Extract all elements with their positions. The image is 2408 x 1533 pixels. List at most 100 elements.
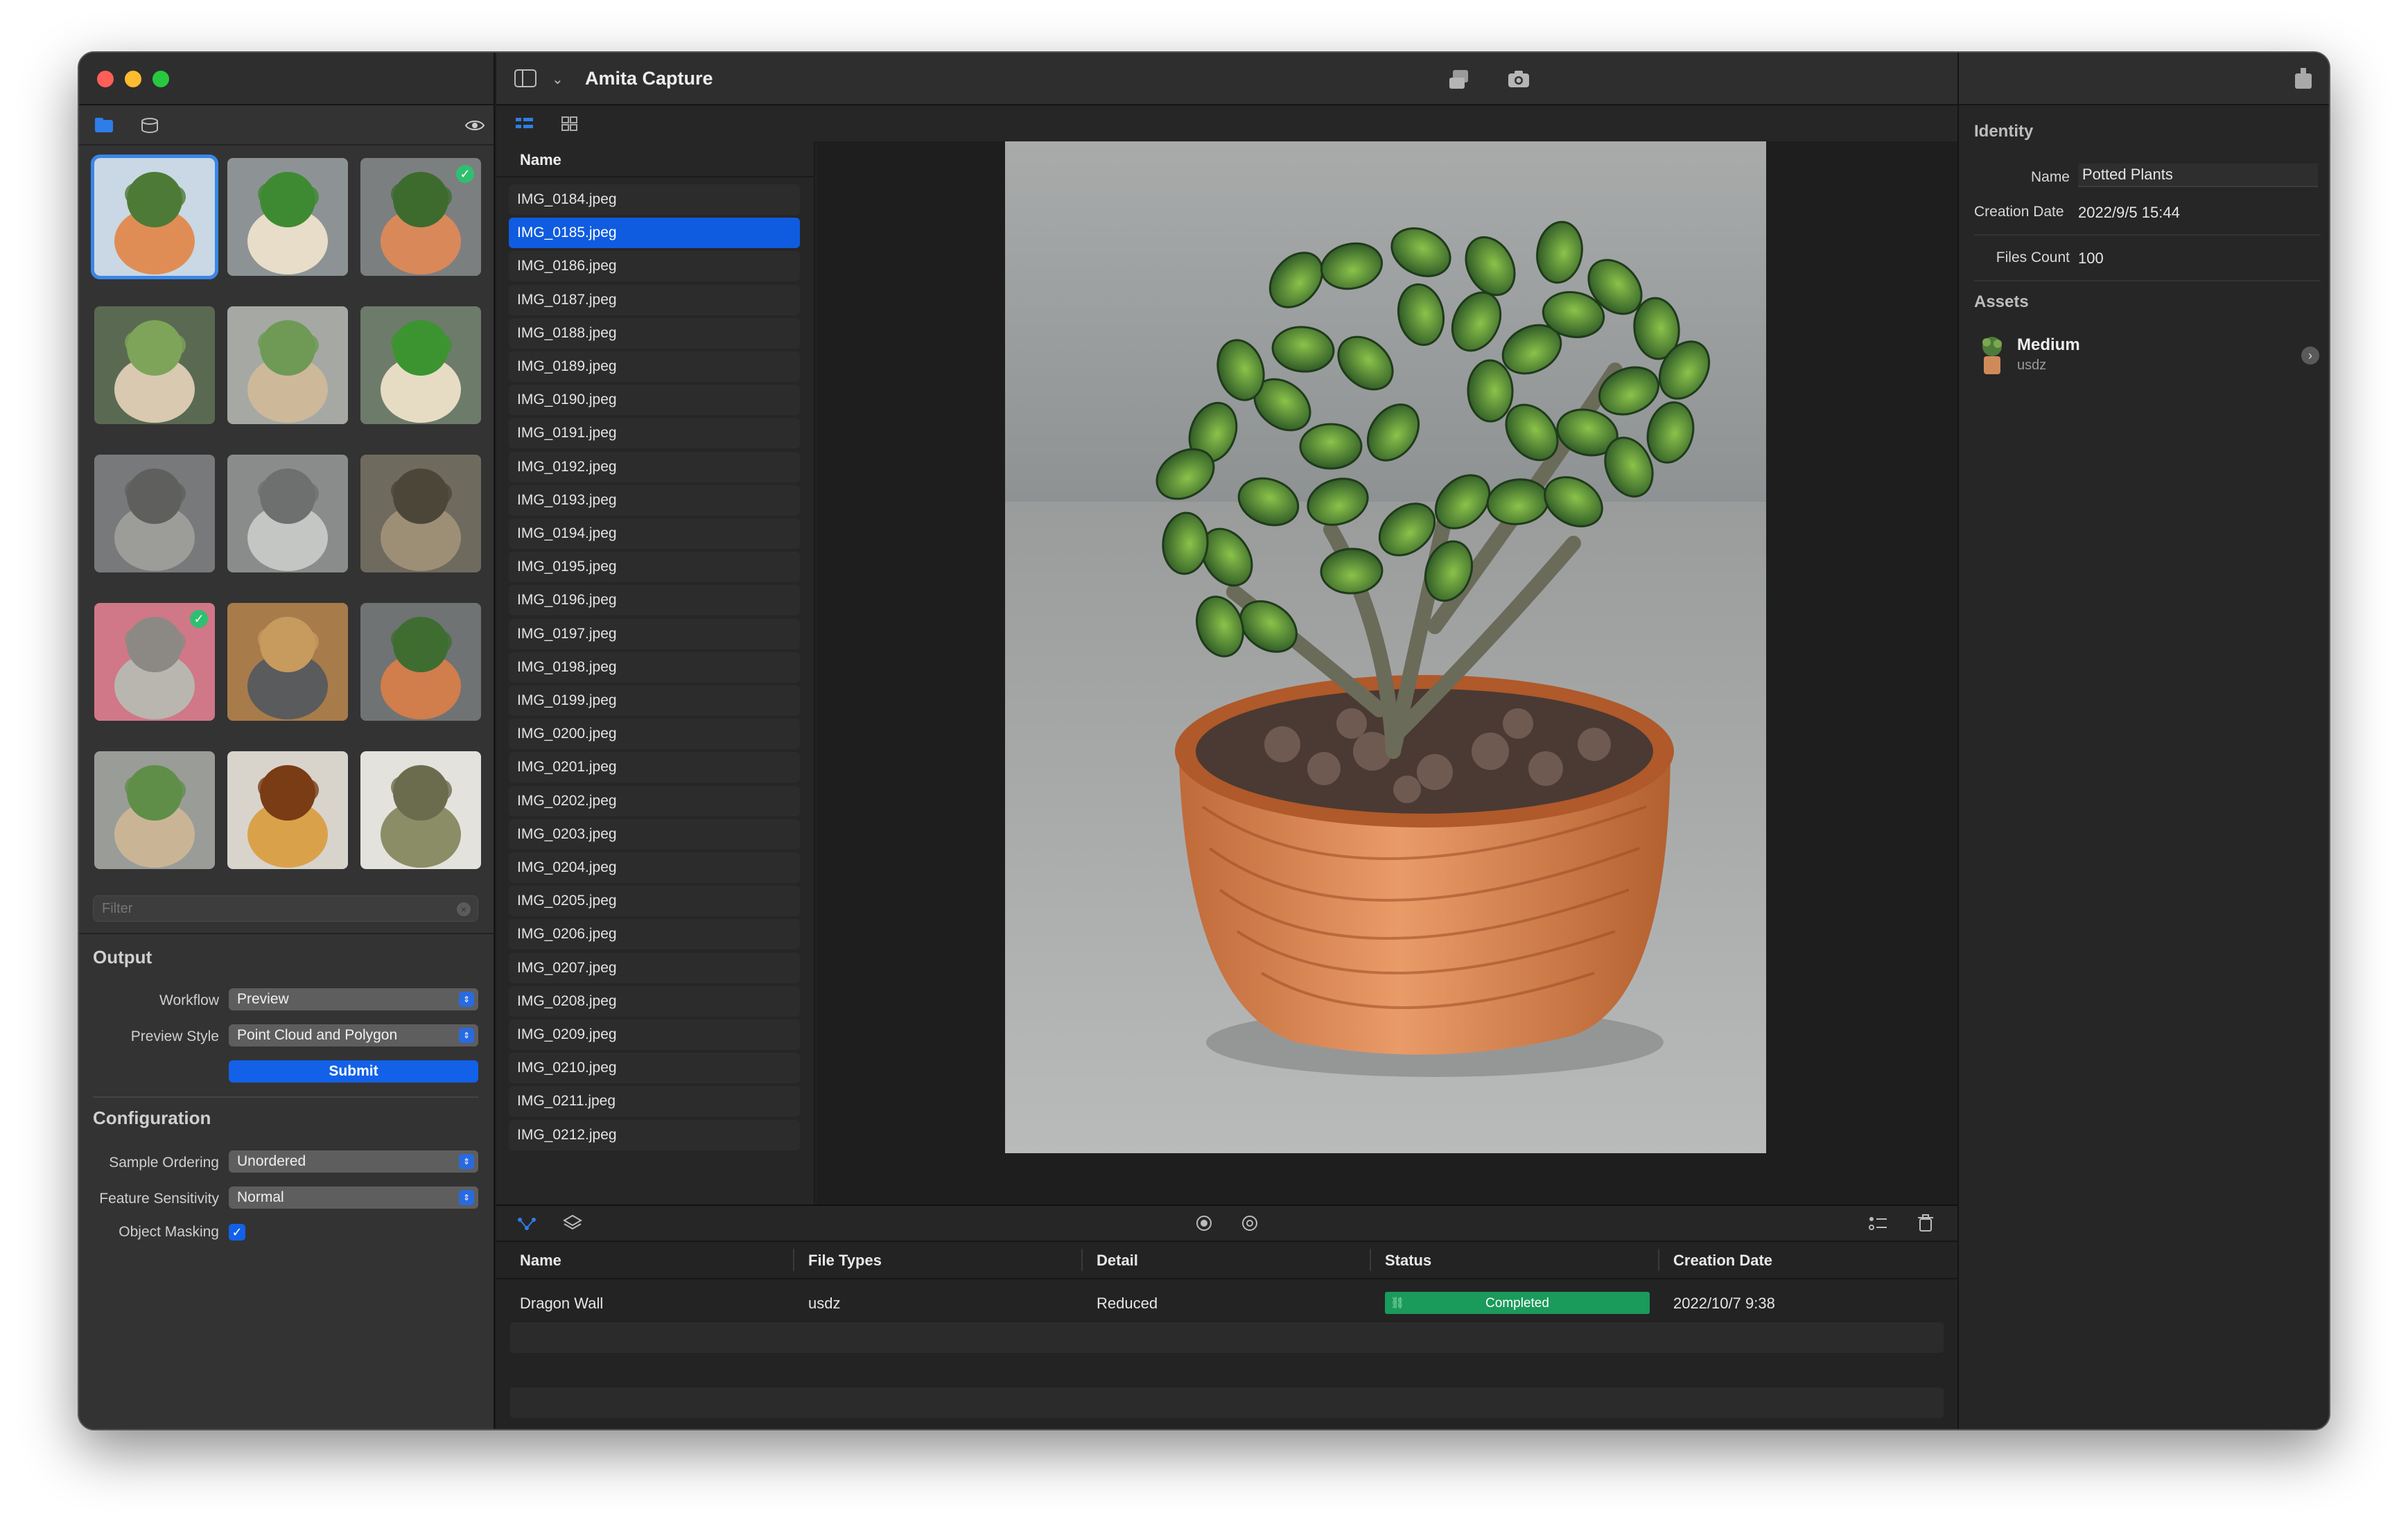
trash-icon[interactable] <box>1917 1214 1934 1232</box>
thumbnail-succulent-bowl[interactable] <box>94 306 215 424</box>
thumbnail-wooden-lantern[interactable] <box>227 603 348 721</box>
zoom-window-button[interactable] <box>152 71 169 87</box>
col-name[interactable]: Name <box>520 1252 561 1270</box>
col-status[interactable]: Status <box>1385 1252 1431 1270</box>
thumbnail-bread-loaf[interactable] <box>227 751 348 869</box>
sidebar-toolbar <box>79 107 494 146</box>
file-row[interactable]: IMG_0189.jpeg <box>509 351 800 382</box>
grid-view-icon[interactable] <box>561 116 578 132</box>
file-row[interactable]: IMG_0195.jpeg <box>509 552 800 583</box>
chevron-right-icon[interactable]: › <box>2301 347 2319 365</box>
chevron-updown-icon: ⇕ <box>459 1028 474 1043</box>
thumbnail-wall-planter[interactable] <box>227 306 348 424</box>
thumbnail-ceramic-bowl[interactable] <box>360 751 481 869</box>
clear-icon[interactable]: × <box>457 902 471 916</box>
thumbnail-potted-plant[interactable] <box>91 155 218 279</box>
image-preview-area <box>817 141 1957 1204</box>
thumbnail-green-dragon-figure-2[interactable] <box>360 306 481 424</box>
sidebar-titlebar <box>79 53 494 105</box>
file-row[interactable]: IMG_0200.jpeg <box>509 719 800 750</box>
workflow-popup[interactable]: Preview ⇕ <box>229 988 478 1010</box>
file-row[interactable]: IMG_0211.jpeg <box>509 1086 800 1117</box>
name-field[interactable] <box>2078 164 2318 187</box>
chevron-updown-icon: ⇕ <box>459 1190 474 1205</box>
file-row[interactable]: IMG_0197.jpeg <box>509 618 800 649</box>
minimize-window-button[interactable] <box>125 71 141 87</box>
layers-icon[interactable] <box>563 1214 582 1232</box>
col-detail[interactable]: Detail <box>1097 1252 1138 1270</box>
list-view-icon[interactable] <box>516 116 534 132</box>
thumbnail-dragon-medallion[interactable]: ✓ <box>94 603 215 721</box>
asset-item[interactable]: Medium usdz › <box>1959 330 2329 385</box>
filter-field[interactable]: × <box>93 895 478 922</box>
sample-ordering-popup[interactable]: Unordered ⇕ <box>229 1150 478 1173</box>
file-row[interactable]: IMG_0209.jpeg <box>509 1019 800 1050</box>
close-window-button[interactable] <box>97 71 114 87</box>
thumbnail-image <box>94 455 215 572</box>
preview-style-label: Preview Style <box>130 1028 219 1044</box>
status-progress-bar: ⛓ Completed <box>1385 1292 1650 1314</box>
task-detail: Reduced <box>1097 1295 1158 1312</box>
share-icon[interactable] <box>2293 67 2314 90</box>
file-row[interactable]: IMG_0206.jpeg <box>509 919 800 950</box>
file-row[interactable]: IMG_0191.jpeg <box>509 418 800 449</box>
file-row[interactable]: IMG_0187.jpeg <box>509 284 800 315</box>
chevron-down-icon[interactable]: ⌄ <box>552 69 564 90</box>
assets-title: Assets <box>1974 292 2029 311</box>
network-icon[interactable] <box>517 1216 536 1232</box>
scan-object-icon[interactable] <box>1447 68 1471 91</box>
feature-sensitivity-popup[interactable]: Normal ⇕ <box>229 1186 478 1209</box>
camera-icon[interactable] <box>1507 69 1530 89</box>
filter-input[interactable] <box>102 900 442 918</box>
thumbnail-green-dragon-figure[interactable] <box>227 158 348 276</box>
table-row[interactable]: Dragon Wall usdz Reduced ⛓ Completed 202… <box>496 1286 1957 1317</box>
file-row[interactable]: IMG_0210.jpeg <box>509 1053 800 1084</box>
file-row[interactable]: IMG_0194.jpeg <box>509 518 800 549</box>
file-row[interactable]: IMG_0208.jpeg <box>509 986 800 1017</box>
file-row[interactable]: IMG_0203.jpeg <box>509 818 800 850</box>
file-row[interactable]: IMG_0199.jpeg <box>509 685 800 716</box>
thumbnail-jade-plant-pot[interactable]: ✓ <box>360 158 481 276</box>
record-icon[interactable] <box>1195 1214 1213 1232</box>
file-row[interactable]: IMG_0184.jpeg <box>509 184 800 215</box>
main-area: ⌄ Amita Capture Name IMG_0184.jpeg IMG_01… <box>496 53 1957 1429</box>
thumbnail-image <box>227 306 348 424</box>
checklist-icon[interactable] <box>1869 1216 1888 1232</box>
col-file-types[interactable]: File Types <box>808 1252 882 1270</box>
col-creation-date[interactable]: Creation Date <box>1673 1252 1772 1270</box>
file-row[interactable]: IMG_0207.jpeg <box>509 952 800 983</box>
file-row[interactable]: IMG_0205.jpeg <box>509 886 800 917</box>
thumbnail-jade-plant-pot-2[interactable] <box>360 603 481 721</box>
thumbnail-metal-box[interactable] <box>227 455 348 572</box>
file-list-header[interactable]: Name <box>520 151 561 169</box>
target-icon[interactable] <box>1241 1214 1259 1232</box>
database-icon[interactable] <box>140 116 161 134</box>
file-row[interactable]: IMG_0193.jpeg <box>509 484 800 516</box>
identity-title: Identity <box>1974 122 2034 141</box>
eye-icon[interactable] <box>464 118 485 133</box>
checkmark-icon: ✓ <box>456 165 474 183</box>
file-row[interactable]: IMG_0196.jpeg <box>509 585 800 616</box>
file-row[interactable]: IMG_0204.jpeg <box>509 852 800 883</box>
file-row[interactable]: IMG_0188.jpeg <box>509 317 800 349</box>
file-row[interactable]: IMG_0212.jpeg <box>509 1119 800 1150</box>
thumbnail-stone-relief[interactable] <box>360 455 481 572</box>
file-row[interactable]: IMG_0186.jpeg <box>509 251 800 282</box>
task-name: Dragon Wall <box>520 1295 604 1312</box>
file-row[interactable]: IMG_0190.jpeg <box>509 385 800 416</box>
file-row[interactable]: IMG_0198.jpeg <box>509 651 800 683</box>
thumbnail-stone-guardian-statue[interactable] <box>94 455 215 572</box>
status-label: Completed <box>1485 1296 1549 1311</box>
file-row[interactable]: IMG_0201.jpeg <box>509 752 800 783</box>
file-row[interactable]: IMG_0192.jpeg <box>509 451 800 482</box>
object-masking-checkbox[interactable]: ✓ <box>229 1224 245 1241</box>
sidebar-toggle-icon[interactable] <box>514 69 536 89</box>
configuration-title: Configuration <box>93 1107 211 1128</box>
folder-icon[interactable] <box>94 116 115 134</box>
file-row[interactable]: IMG_0202.jpeg <box>509 785 800 816</box>
submit-button[interactable]: Submit <box>229 1060 478 1083</box>
thumbnail-wall-planter-2[interactable] <box>94 751 215 869</box>
file-row[interactable]: IMG_0185.jpeg <box>509 218 800 249</box>
preview-style-popup[interactable]: Point Cloud and Polygon ⇕ <box>229 1024 478 1046</box>
asset-name: Medium <box>2017 335 2080 354</box>
